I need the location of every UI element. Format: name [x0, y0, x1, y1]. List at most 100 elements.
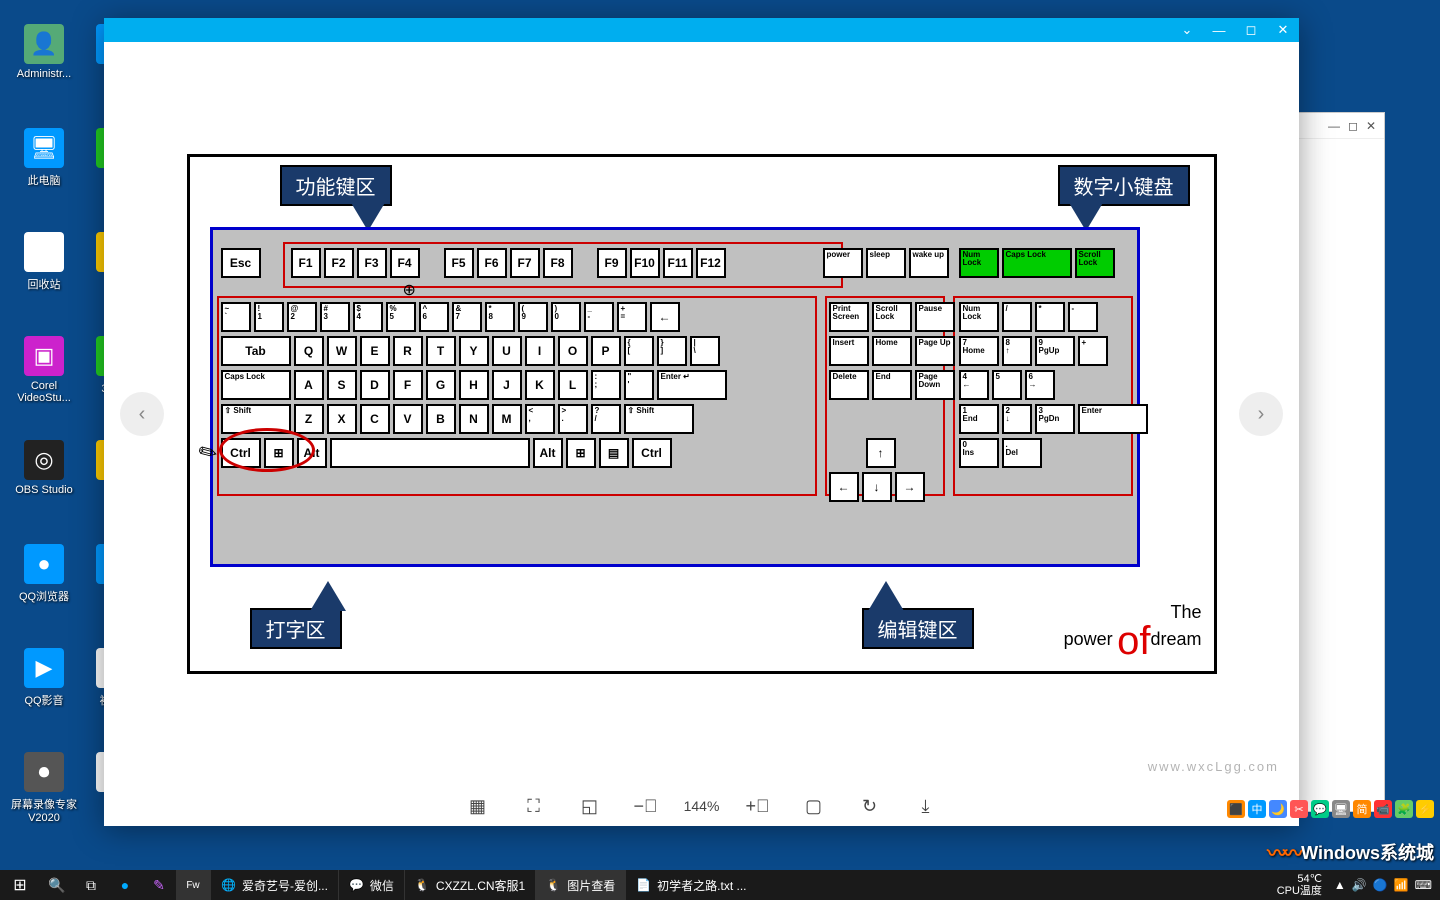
key: W — [327, 336, 357, 366]
fit-button[interactable]: ▢ — [800, 792, 828, 820]
key: |\ — [690, 336, 720, 366]
key: + — [1078, 336, 1108, 366]
zoom-in-button[interactable]: +⃝ — [744, 792, 772, 820]
widget-icon[interactable]: 🖥 — [1332, 800, 1350, 818]
key: power — [823, 248, 863, 278]
taskbar-task[interactable]: 🐧图片查看 — [535, 870, 625, 900]
key: E — [360, 336, 390, 366]
desktop-icon[interactable]: 🖥此电脑 — [10, 128, 78, 188]
diagram-logo: The power ofdream — [1064, 603, 1202, 661]
taskbar-task[interactable]: 🐧CXZZL.CN客服1 — [404, 870, 535, 900]
key: Delete — [829, 370, 869, 400]
desktop-icon[interactable]: ⏺屏幕录像专家V2020 — [10, 752, 78, 824]
key: F10 — [630, 248, 660, 278]
key: sleep — [866, 248, 906, 278]
widget-icon[interactable]: ⬛ — [1227, 800, 1245, 818]
key: &7 — [452, 302, 482, 332]
widget-icon[interactable]: 中 — [1248, 800, 1266, 818]
key: Z — [294, 404, 324, 434]
key: * — [1035, 302, 1065, 332]
key: F12 — [696, 248, 726, 278]
key: / — [1002, 302, 1032, 332]
tray-icon[interactable]: ▲ — [1334, 878, 1346, 892]
key: <, — [525, 404, 555, 434]
pinned-browser-icon[interactable]: ● — [108, 870, 142, 900]
cpu-temp[interactable]: 54℃ CPU温度 — [1277, 873, 1328, 897]
start-button[interactable]: ⊞ — [0, 870, 40, 900]
image-viewer-window: ⌄ — ◻ ✕ ‹ › 功能键区 数字小键盘 Esc F1F2F3F4F5F6F… — [104, 18, 1299, 826]
key: Y — [459, 336, 489, 366]
taskbar-task[interactable]: 🌐爱奇艺号-爱创... — [210, 870, 338, 900]
key: - — [1068, 302, 1098, 332]
key: {[ — [624, 336, 654, 366]
widget-icon[interactable]: ✂ — [1290, 800, 1308, 818]
thumbnail-view-button[interactable]: ▦ — [464, 792, 492, 820]
taskbar-task[interactable]: 💬微信 — [338, 870, 404, 900]
desktop-icon[interactable]: ◎OBS Studio — [10, 440, 78, 496]
key: J — [492, 370, 522, 400]
desktop-icon[interactable]: ▣Corel VideoStu... — [10, 336, 78, 404]
next-image-button[interactable]: › — [1239, 392, 1283, 436]
bg-close-icon[interactable]: ✕ — [1366, 119, 1376, 133]
image-canvas: ‹ › 功能键区 数字小键盘 Esc F1F2F3F4F5F6F7F8F9F10… — [104, 42, 1299, 786]
widget-icon[interactable]: ⚡ — [1416, 800, 1434, 818]
key: ?/ — [591, 404, 621, 434]
widget-icon[interactable]: 📹 — [1374, 800, 1392, 818]
fullscreen-button[interactable]: ⛶ — [520, 792, 548, 820]
key: Caps Lock — [1002, 248, 1072, 278]
key: }] — [657, 336, 687, 366]
key: 9PgUp — [1035, 336, 1075, 366]
key: Scroll Lock — [1075, 248, 1115, 278]
key: F4 — [390, 248, 420, 278]
task-view-icon[interactable]: ⧉ — [74, 870, 108, 900]
desktop-tray-widgets: ⬛中🌙✂💬🖥简📹🧩⚡ — [1227, 800, 1434, 818]
rotate-button[interactable]: ↻ — [856, 792, 884, 820]
key: )0 — [551, 302, 581, 332]
desktop-icon[interactable]: ▶QQ影音 — [10, 648, 78, 708]
pinned-app-icon[interactable]: ✎ — [142, 870, 176, 900]
tray-icon[interactable]: 🔵 — [1373, 878, 1388, 892]
dropdown-icon[interactable]: ⌄ — [1171, 18, 1203, 42]
key-esc: Esc — [221, 248, 261, 278]
page-watermark: 〰〰 Windows系统城 — [1267, 837, 1434, 866]
widget-icon[interactable]: 简 — [1353, 800, 1371, 818]
widget-icon[interactable]: 🧩 — [1395, 800, 1413, 818]
save-button[interactable]: ⤓ — [912, 792, 940, 820]
image-watermark: www.wxcLgg.com — [1148, 759, 1279, 774]
tray-icon[interactable]: ⌨ — [1415, 878, 1432, 892]
search-icon[interactable]: 🔍 — [40, 870, 74, 900]
desktop-icon[interactable]: 🗑回收站 — [10, 232, 78, 292]
key: #3 — [320, 302, 350, 332]
key: wake up — [909, 248, 949, 278]
close-button[interactable]: ✕ — [1267, 18, 1299, 42]
tray-icon[interactable]: 🔊 — [1352, 878, 1367, 892]
zoom-out-button[interactable]: −⃝ — [632, 792, 660, 820]
key: N — [459, 404, 489, 434]
arrow-icon — [310, 581, 346, 611]
key: F11 — [663, 248, 693, 278]
bg-max-icon[interactable]: ◻ — [1348, 119, 1358, 133]
desktop-icon[interactable]: ●QQ浏览器 — [10, 544, 78, 604]
key: 6→ — [1025, 370, 1055, 400]
key: 3PgDn — [1035, 404, 1075, 434]
key: X — [327, 404, 357, 434]
key: G — [426, 370, 456, 400]
key: *8 — [485, 302, 515, 332]
pinned-fw-icon[interactable]: Fw — [176, 870, 210, 900]
widget-icon[interactable]: 💬 — [1311, 800, 1329, 818]
key: Pause — [915, 302, 955, 332]
widget-icon[interactable]: 🌙 — [1269, 800, 1287, 818]
desktop-icon[interactable]: 👤Administr... — [10, 24, 78, 80]
maximize-button[interactable]: ◻ — [1235, 18, 1267, 42]
actual-size-button[interactable]: ◱ — [576, 792, 604, 820]
tray-icon[interactable]: 📶 — [1394, 878, 1409, 892]
key: D — [360, 370, 390, 400]
key: K — [525, 370, 555, 400]
key: A — [294, 370, 324, 400]
minimize-button[interactable]: — — [1203, 18, 1235, 42]
zoom-level: 144% — [688, 792, 716, 820]
prev-image-button[interactable]: ‹ — [120, 392, 164, 436]
bg-min-icon[interactable]: — — [1328, 119, 1340, 133]
taskbar-task[interactable]: 📄初学者之路.txt ... — [625, 870, 756, 900]
key: Enter — [1078, 404, 1148, 434]
